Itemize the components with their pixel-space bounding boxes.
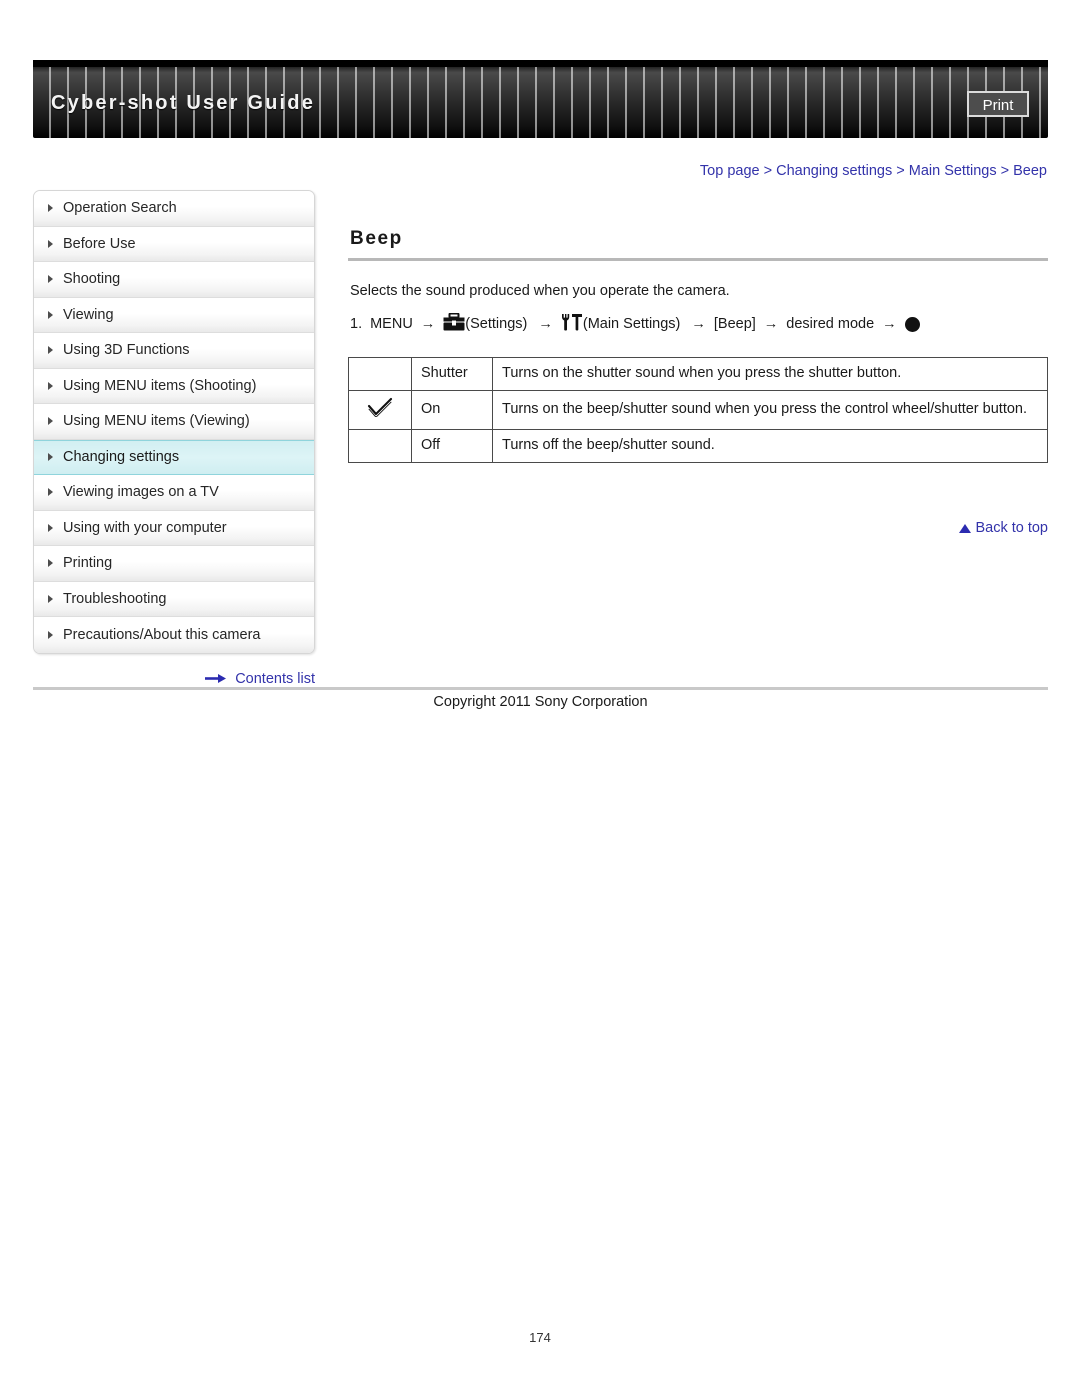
chevron-right-icon <box>48 381 53 390</box>
sidebar-item-viewing-images-on-a-tv[interactable]: Viewing images on a TV <box>34 475 314 511</box>
table-row: Off Turns off the beep/shutter sound. <box>348 429 1048 463</box>
toolbox-settings-icon <box>443 312 465 335</box>
sidebar-item-changing-settings[interactable]: Changing settings <box>34 439 314 475</box>
sidebar-item-printing[interactable]: Printing <box>34 546 314 582</box>
settings-caption: (Settings) <box>465 316 528 332</box>
sidebar-item-label: Troubleshooting <box>63 590 167 607</box>
table-row: On Turns on the beep/shutter sound when … <box>348 389 1048 431</box>
back-to-top-link[interactable]: Back to top <box>348 520 1048 536</box>
main-content: Beep Selects the sound produced when you… <box>348 228 1048 463</box>
step-number: 1. <box>350 316 363 332</box>
desired-mode-label: desired mode <box>786 316 875 332</box>
sidebar-item-label: Changing settings <box>63 449 180 466</box>
back-to-top-label: Back to top <box>975 520 1048 536</box>
sidebar-item-label: Using 3D Functions <box>63 342 190 359</box>
sidebar-item-label: Using MENU items (Shooting) <box>63 377 257 394</box>
title-divider <box>348 258 1048 261</box>
sidebar-item-before-use[interactable]: Before Use <box>34 226 314 262</box>
step-menu-label: MENU <box>370 316 413 332</box>
sidebar-item-label: Printing <box>63 555 113 572</box>
footer-divider <box>33 687 1048 690</box>
chevron-right-icon <box>48 453 53 462</box>
copyright-notice: Copyright 2011 Sony Corporation <box>433 694 648 710</box>
chevron-right-icon <box>48 488 53 497</box>
contents-list-label: Contents list <box>235 671 315 687</box>
arrow-right-glyph: → <box>763 316 779 332</box>
option-name: Shutter <box>411 357 493 391</box>
sidebar-item-label: Operation Search <box>63 200 177 217</box>
sidebar-item-shooting[interactable]: Shooting <box>34 262 314 298</box>
sidebar-item-operation-search[interactable]: Operation Search <box>34 191 314 227</box>
option-name: Off <box>411 429 493 463</box>
chevron-right-icon <box>48 239 53 248</box>
option-name: On <box>411 389 493 431</box>
arrow-right-glyph: → <box>882 316 897 332</box>
document-page: Cyber-shot User Guide Print Top page > C… <box>0 0 1080 1397</box>
option-description: Turns off the beep/shutter sound. <box>492 429 1048 463</box>
arrow-right-icon <box>205 672 227 688</box>
breadcrumb-separator: > <box>892 163 909 179</box>
breadcrumb-item-changing-settings[interactable]: Changing settings <box>776 163 892 179</box>
intro-paragraph: Selects the sound produced when you oper… <box>350 283 730 299</box>
arrow-right-glyph: → <box>538 316 553 332</box>
chevron-right-icon <box>48 559 53 568</box>
sidebar-item-label: Shooting <box>63 271 121 288</box>
chevron-right-icon <box>48 523 53 532</box>
breadcrumb-item-top-page[interactable]: Top page <box>700 163 760 179</box>
chevron-right-icon <box>48 594 53 603</box>
chevron-right-icon <box>48 310 53 319</box>
print-button[interactable]: Print <box>967 91 1029 117</box>
table-row: Shutter Turns on the shutter sound when … <box>348 357 1048 391</box>
sidebar-item-label: Before Use <box>63 235 136 252</box>
sidebar-item-label: Precautions/About this camera <box>63 626 261 643</box>
sidebar-nav: Operation Search Before Use Shooting Vie… <box>33 190 315 654</box>
page-title: Beep <box>350 228 403 249</box>
sidebar-item-using-3d-functions[interactable]: Using 3D Functions <box>34 333 314 369</box>
center-button-icon <box>904 316 920 332</box>
sidebar-item-label: Viewing images on a TV <box>63 484 219 501</box>
default-mark-cell <box>348 389 412 431</box>
default-mark-cell <box>348 429 412 463</box>
beep-label: [Beep] <box>713 316 756 332</box>
arrow-right-glyph: → <box>691 316 706 332</box>
sidebar-item-label: Viewing <box>63 306 114 323</box>
page-number: 174 <box>529 1330 551 1345</box>
triangle-up-icon <box>959 524 972 533</box>
sidebar-item-viewing[interactable]: Viewing <box>34 297 314 333</box>
wrench-screwdriver-icon <box>561 313 583 335</box>
sidebar-item-label: Using with your computer <box>63 519 227 536</box>
chevron-right-icon <box>48 204 53 213</box>
chevron-right-icon <box>48 417 53 426</box>
breadcrumb-separator: > <box>759 163 777 179</box>
option-description: Turns on the beep/shutter sound when you… <box>492 389 1048 431</box>
beep-options-table: Shutter Turns on the shutter sound when … <box>348 357 1048 463</box>
chevron-right-icon <box>48 630 53 639</box>
breadcrumb-item-beep[interactable]: Beep <box>1013 163 1047 179</box>
sidebar-item-label: Using MENU items (Viewing) <box>63 413 250 430</box>
step-instruction: 1. MENU → (Settings) → (Main Settings) →… <box>350 312 1048 335</box>
sidebar-item-using-with-your-computer[interactable]: Using with your computer <box>34 510 314 546</box>
breadcrumb-item-main-settings[interactable]: Main Settings <box>909 163 997 179</box>
chevron-right-icon <box>48 275 53 284</box>
sidebar-item-using-menu-items-viewing[interactable]: Using MENU items (Viewing) <box>34 404 314 440</box>
arrow-right-glyph: → <box>420 316 436 332</box>
checkmark-icon <box>367 397 393 421</box>
sidebar-item-precautions-about-this-camera[interactable]: Precautions/About this camera <box>34 617 314 653</box>
breadcrumb-separator: > <box>996 163 1014 179</box>
chevron-right-icon <box>48 346 53 355</box>
sidebar-item-using-menu-items-shooting[interactable]: Using MENU items (Shooting) <box>34 368 314 404</box>
site-header: Cyber-shot User Guide Print <box>33 60 1048 138</box>
site-title: Cyber-shot User Guide <box>51 92 316 114</box>
default-mark-cell <box>348 357 412 391</box>
breadcrumb: Top page > Changing settings > Main Sett… <box>700 163 1047 179</box>
main-settings-caption: (Main Settings) <box>582 316 681 332</box>
contents-list-link[interactable]: Contents list <box>33 671 315 688</box>
option-description: Turns on the shutter sound when you pres… <box>492 357 1048 391</box>
sidebar-item-troubleshooting[interactable]: Troubleshooting <box>34 581 314 617</box>
